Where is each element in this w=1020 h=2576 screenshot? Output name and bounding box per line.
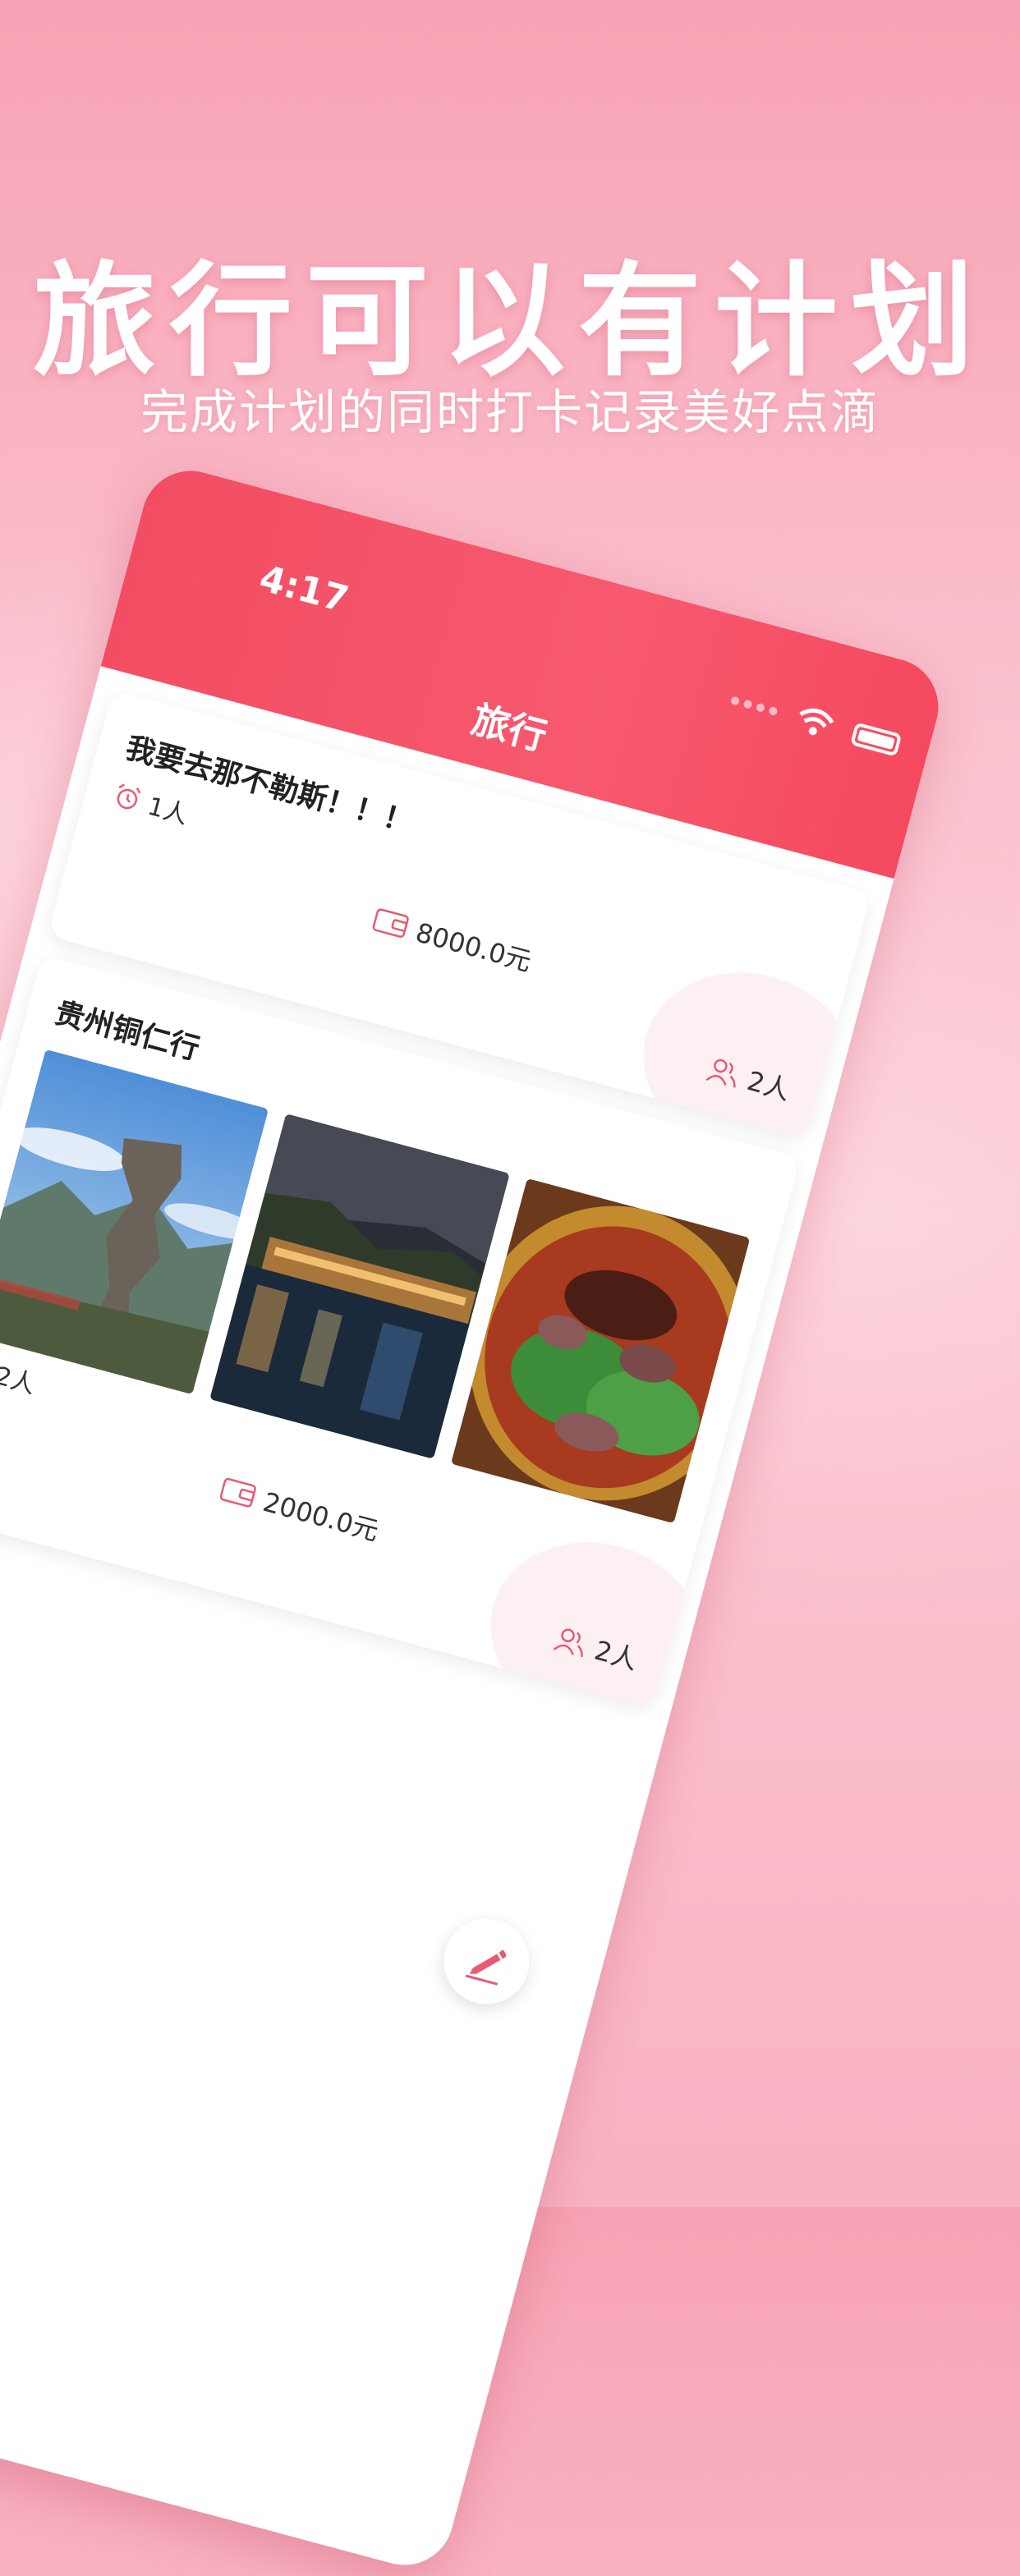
trip-people-count: 2人	[0, 1361, 39, 1400]
battery-icon	[850, 722, 903, 757]
wallet-icon	[372, 908, 409, 938]
trip-people-count: 1人	[145, 792, 191, 831]
signal-icon	[729, 696, 779, 717]
beef-noodle-photo[interactable]	[450, 1178, 751, 1524]
promo-subline: 完成计划的同时打卡记录美好点滴	[140, 384, 880, 440]
phone-screen: 4:17 旅行 我要去那不勒斯！！！ 1人 8000.0元 2人 贵州铜仁行 2…	[0, 460, 949, 2576]
new-trip-button[interactable]	[434, 1908, 540, 2014]
trip-budget: 2000.0元	[260, 1485, 383, 1547]
people-icon	[553, 1628, 583, 1657]
alarm-clock-icon	[117, 783, 141, 810]
trip-budget: 8000.0元	[412, 916, 535, 978]
pencil-icon	[465, 1949, 507, 1986]
status-time: 4:17	[255, 557, 353, 622]
people-icon	[705, 1058, 736, 1088]
wifi-icon	[799, 708, 834, 736]
wallet-icon	[219, 1477, 256, 1508]
river-night-town-photo[interactable]	[209, 1114, 510, 1459]
